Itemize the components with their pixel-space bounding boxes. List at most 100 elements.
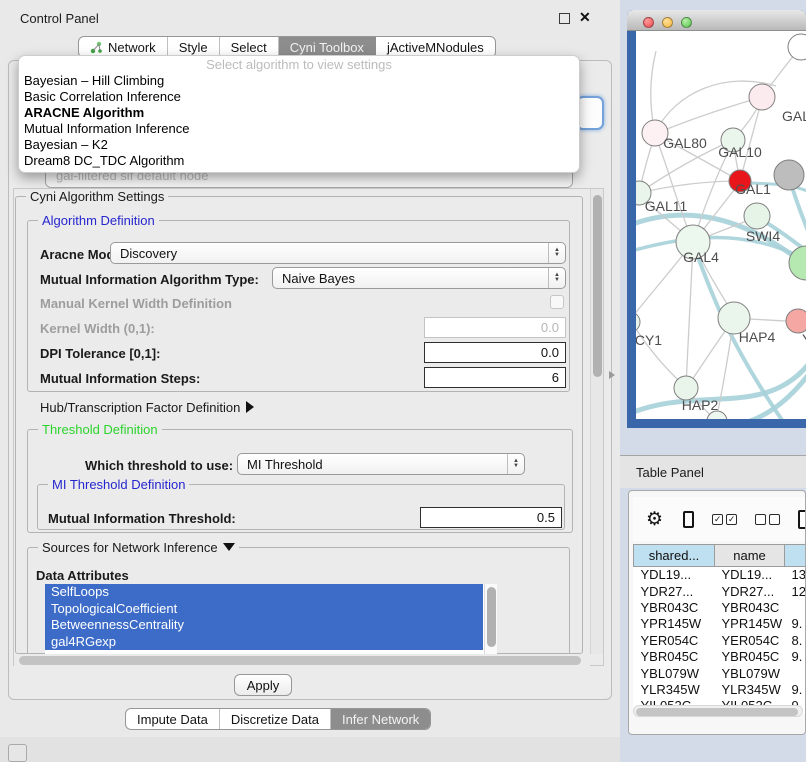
shared-name-cell: YDR27... bbox=[634, 583, 715, 599]
attribute-item-selected[interactable]: SelfLoops bbox=[45, 584, 483, 601]
algorithm-option-label: Basic Correlation Inference bbox=[24, 89, 181, 104]
column-header[interactable] bbox=[785, 545, 806, 567]
name-cell: YER054C bbox=[715, 632, 785, 648]
settings-vertical-scrollbar[interactable] bbox=[590, 189, 603, 654]
table-panel: ⚙ ✓ ✓ shared...name YDL19... bbox=[628, 490, 806, 735]
network-node[interactable] bbox=[744, 203, 770, 229]
network-node[interactable] bbox=[788, 34, 806, 60]
table-horizontal-scrollbar-thumb[interactable] bbox=[636, 708, 798, 716]
kernel-width-field[interactable]: 0.0 bbox=[424, 317, 566, 338]
bottom-tab[interactable]: Infer Network bbox=[331, 709, 430, 729]
table-row[interactable]: YER054C YER054C 8. bbox=[634, 632, 806, 648]
tab[interactable]: Style bbox=[168, 37, 220, 57]
tab[interactable]: Network bbox=[79, 37, 168, 57]
aracne-mode-combo[interactable]: Discovery ▲▼ bbox=[110, 242, 566, 264]
cyni-algorithm-settings-title: Cyni Algorithm Settings bbox=[26, 189, 168, 204]
attribute-list-scrollbar-thumb[interactable] bbox=[487, 587, 496, 647]
shared-name-cell: YBR045C bbox=[634, 648, 715, 664]
algorithm-option[interactable]: Bayesian – Hill Climbing bbox=[19, 73, 579, 89]
table-row[interactable]: YLR345W YLR345W 9. bbox=[634, 681, 806, 697]
export-table-icon[interactable] bbox=[798, 510, 806, 529]
table-toolbar: ⚙ ✓ ✓ bbox=[633, 497, 806, 541]
which-threshold-combo[interactable]: MI Threshold ▲▼ bbox=[237, 453, 525, 475]
table-panel-title: Table Panel bbox=[636, 465, 704, 480]
which-threshold-label: Which threshold to use: bbox=[85, 458, 233, 473]
minimize-traffic-light-icon[interactable] bbox=[662, 17, 673, 28]
zoom-traffic-light-icon[interactable] bbox=[681, 17, 692, 28]
mi-threshold-group-title: MI Threshold Definition bbox=[48, 477, 189, 492]
network-node[interactable] bbox=[749, 84, 775, 110]
network-canvas[interactable]: GALGAL80GAL10GAL1GAL11SWI4GAL4GCY1HAP4YH… bbox=[636, 31, 806, 419]
algorithm-option[interactable]: Basic Correlation Inference bbox=[19, 89, 579, 105]
mi-algorithm-type-value: Naive Bayes bbox=[273, 268, 548, 288]
attribute-item-selected[interactable]: gal4RGexp bbox=[45, 634, 483, 651]
stepper-icon: ▲▼ bbox=[507, 454, 524, 474]
attribute-item-selected[interactable]: BetweennessCentrality bbox=[45, 617, 483, 634]
table-horizontal-scrollbar[interactable] bbox=[633, 705, 803, 717]
algorithm-option[interactable]: Mutual Information Inference bbox=[19, 121, 579, 137]
table-row[interactable]: YPR145W YPR145W 9. bbox=[634, 616, 806, 632]
attribute-list-scrollbar[interactable] bbox=[484, 584, 497, 654]
network-node[interactable] bbox=[636, 312, 640, 332]
bottom-tab[interactable]: Discretize Data bbox=[220, 709, 331, 729]
network-node[interactable] bbox=[774, 160, 804, 190]
value-cell: 9. bbox=[785, 681, 806, 697]
table-row[interactable]: YDL19... YDL19... 13 bbox=[634, 567, 806, 583]
attribute-item-selected[interactable]: TopologicalCoefficient bbox=[45, 601, 483, 618]
network-node[interactable] bbox=[786, 309, 806, 333]
close-icon[interactable]: ✕ bbox=[579, 9, 591, 25]
algorithm-option[interactable]: Dream8 DC_TDC Algorithm bbox=[19, 153, 579, 169]
gear-icon[interactable]: ⚙ bbox=[646, 508, 663, 531]
table-row[interactable]: YBL079W YBL079W bbox=[634, 665, 806, 681]
select-all-columns-icon[interactable]: ✓ ✓ bbox=[712, 514, 737, 525]
table-row[interactable]: YDR27... YDR27... 12 bbox=[634, 583, 806, 599]
sources-title-text: Sources for Network Inference bbox=[42, 540, 218, 555]
kernel-width-label: Kernel Width (0,1): bbox=[40, 321, 155, 336]
deselect-all-columns-icon[interactable] bbox=[755, 514, 780, 525]
value-cell: 8. bbox=[785, 632, 806, 648]
algorithm-option[interactable]: Bayesian – K2 bbox=[19, 137, 579, 153]
sources-group-title[interactable]: Sources for Network Inference bbox=[38, 540, 239, 555]
mi-algorithm-type-combo[interactable]: Naive Bayes ▲▼ bbox=[272, 267, 566, 289]
network-node-label: GCY1 bbox=[636, 332, 662, 348]
expand-right-icon bbox=[246, 401, 254, 413]
table-row[interactable]: YBR045C YBR045C 9. bbox=[634, 648, 806, 664]
float-window-icon[interactable] bbox=[559, 13, 570, 24]
hub-definition-expander[interactable]: Hub/Transcription Factor Definition bbox=[40, 400, 254, 415]
algorithm-option-label: ARACNE Algorithm bbox=[24, 105, 144, 120]
tab[interactable]: Select bbox=[220, 37, 279, 57]
apply-button[interactable]: Apply bbox=[234, 674, 292, 696]
settings-vertical-scrollbar-thumb[interactable] bbox=[593, 195, 602, 377]
shared-name-cell: YBR043C bbox=[634, 599, 715, 615]
column-header[interactable]: shared... bbox=[634, 545, 715, 567]
corner-button[interactable] bbox=[8, 744, 27, 762]
tab[interactable]: jActiveMNodules bbox=[376, 37, 495, 57]
value-cell bbox=[785, 599, 806, 615]
close-traffic-light-icon[interactable] bbox=[643, 17, 654, 28]
column-layout-icon[interactable] bbox=[683, 511, 694, 528]
settings-horizontal-scrollbar-thumb[interactable] bbox=[19, 656, 581, 665]
network-window-titlebar[interactable] bbox=[627, 10, 806, 31]
algorithm-option[interactable]: ARACNE Algorithm bbox=[19, 105, 579, 121]
node-table-head: shared...name bbox=[634, 545, 806, 567]
name-cell: YBL079W bbox=[715, 665, 785, 681]
mi-steps-field[interactable]: 6 bbox=[424, 367, 566, 388]
bottom-tab[interactable]: Impute Data bbox=[126, 709, 220, 729]
name-cell: YDR27... bbox=[715, 583, 785, 599]
algorithm-dropdown-popup: Select algorithm to view settings Bayesi… bbox=[18, 55, 580, 173]
tab-label: Select bbox=[231, 40, 267, 55]
manual-kernel-width-checkbox[interactable] bbox=[550, 295, 564, 309]
status-strip bbox=[0, 737, 620, 762]
control-panel-titlebar: Control Panel ✕ bbox=[0, 0, 620, 32]
settings-horizontal-scrollbar[interactable] bbox=[14, 654, 590, 667]
stepper-icon: ▲▼ bbox=[548, 243, 565, 263]
column-header[interactable]: name bbox=[715, 545, 785, 567]
name-cell: YLR345W bbox=[715, 681, 785, 697]
dpi-tolerance-field[interactable]: 0.0 bbox=[424, 342, 566, 363]
mi-threshold-field[interactable]: 0.5 bbox=[420, 507, 562, 528]
splitter-handle-icon[interactable] bbox=[609, 371, 615, 379]
algorithm-option-label: Mutual Information Inference bbox=[24, 121, 189, 136]
table-row[interactable]: YBR043C YBR043C bbox=[634, 599, 806, 615]
tab[interactable]: Cyni Toolbox bbox=[279, 37, 376, 57]
node-table-body: YDL19... YDL19... 13 YDR27... YDR27... 1… bbox=[634, 567, 806, 715]
